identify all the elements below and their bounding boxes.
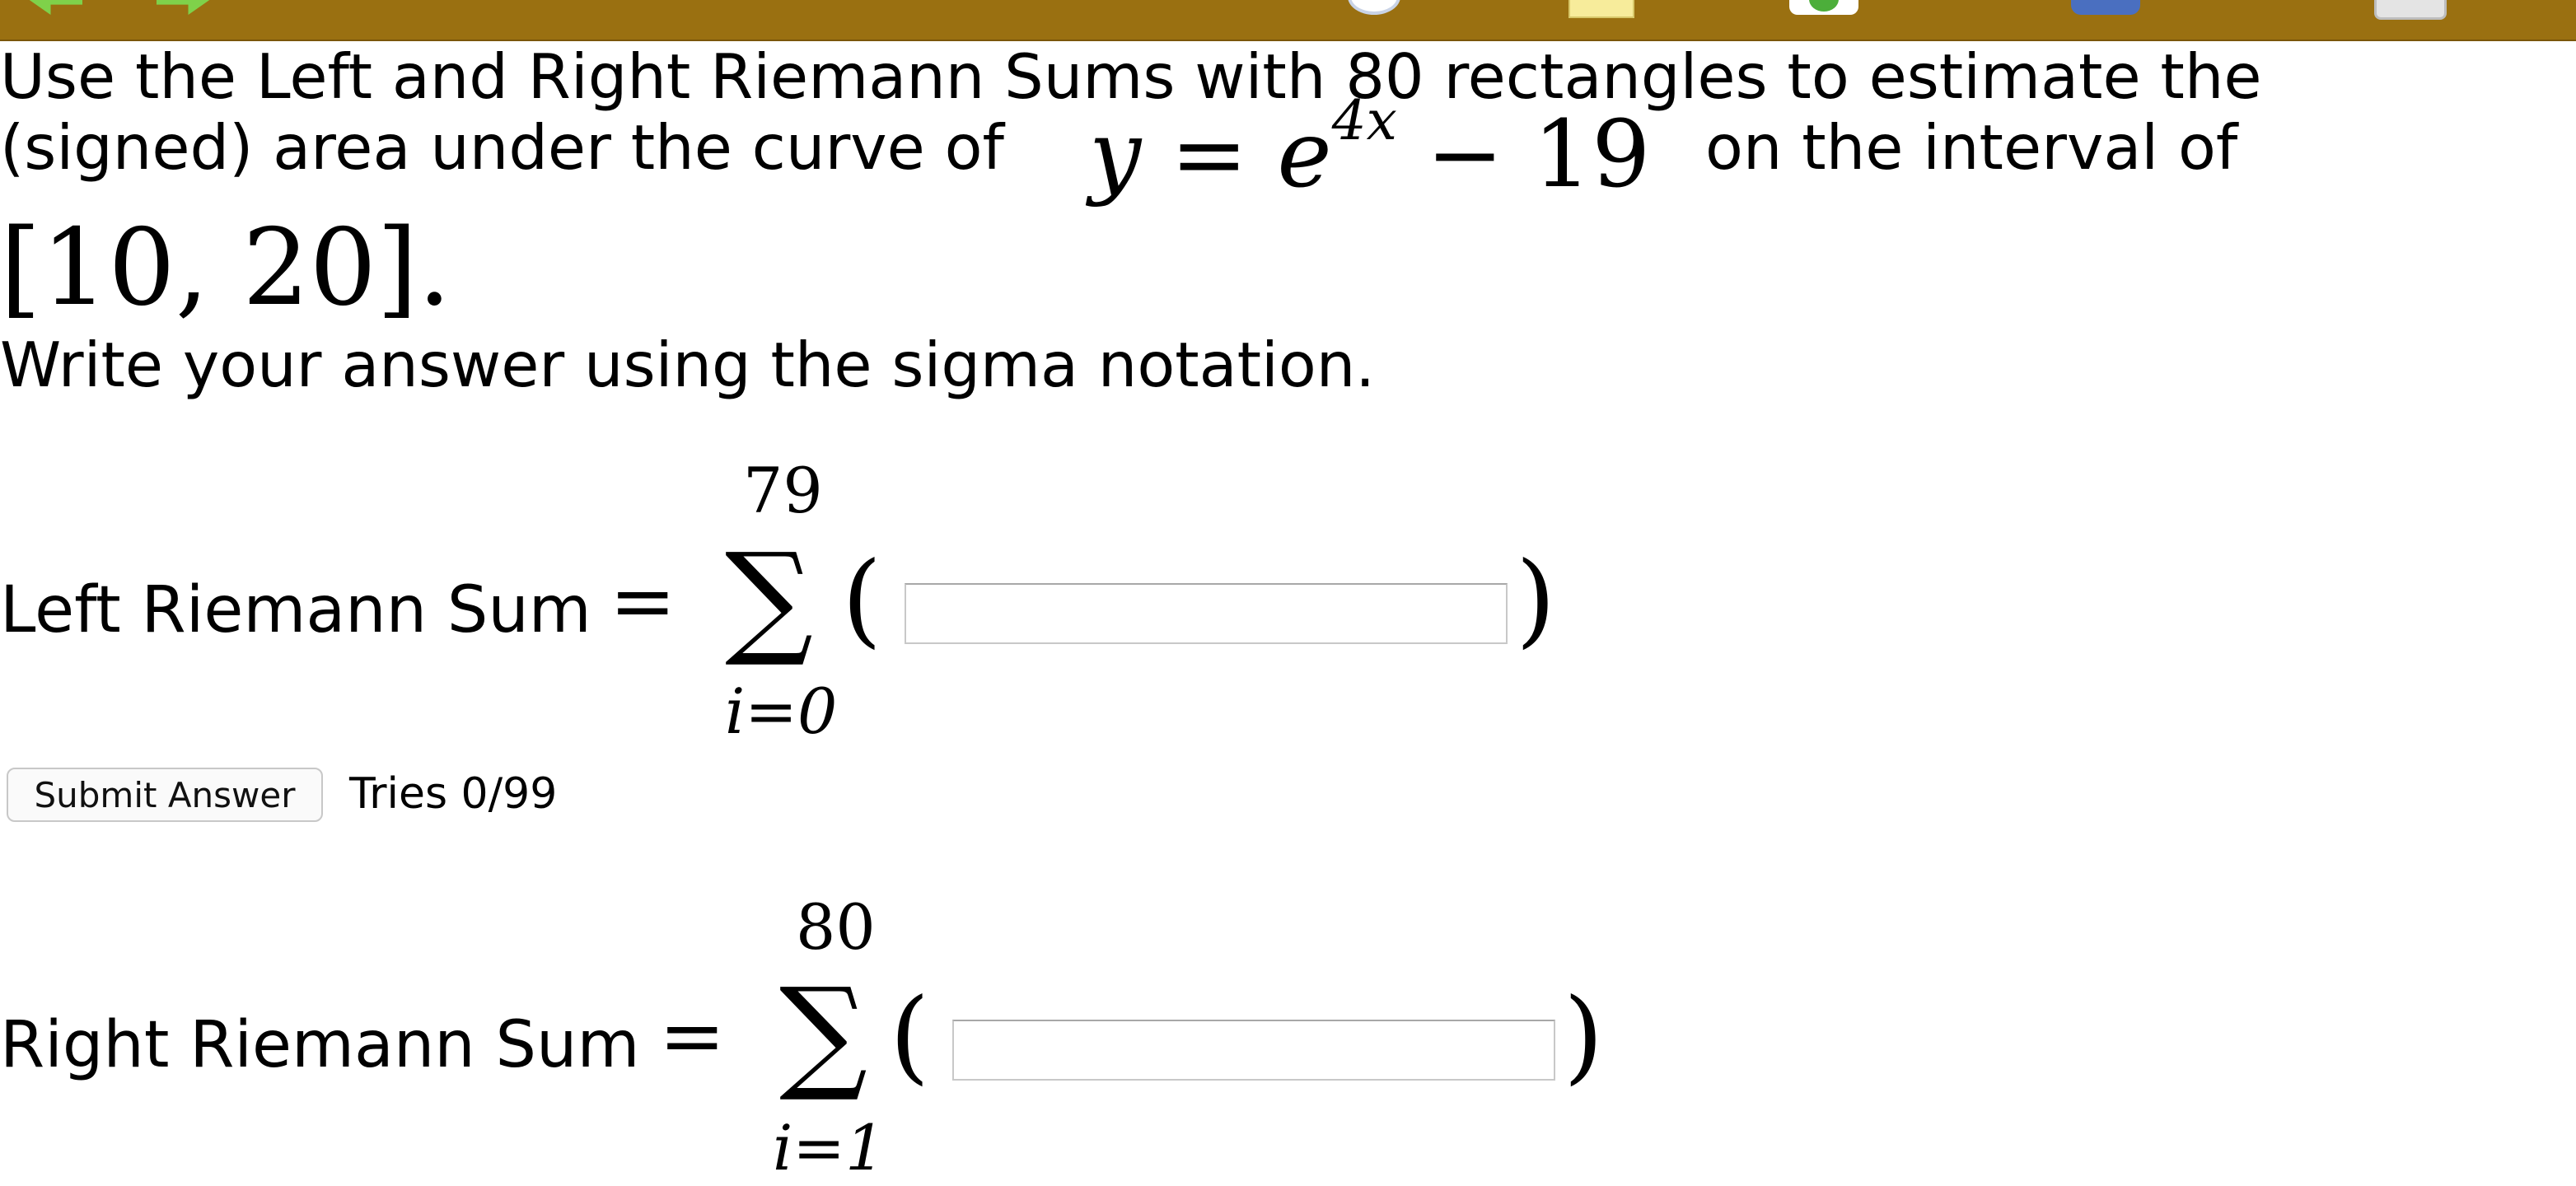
eq-equals: = (1141, 101, 1278, 208)
note-icon[interactable] (1569, 0, 1634, 18)
question-line-2-suffix: on the interval of (1705, 111, 2238, 184)
right-sum-label: Right Riemann Sum (0, 1008, 640, 1082)
eq-exponent: 4x (1331, 89, 1397, 152)
gray-tool-icon[interactable] (2374, 0, 2447, 20)
forward-arrow-icon[interactable] (157, 0, 214, 15)
left-sigma-symbol: ∑ (725, 527, 814, 670)
right-lower-limit: i=1 (773, 1111, 886, 1184)
top-toolbar (0, 0, 2576, 41)
left-open-paren: ( (842, 540, 882, 659)
right-equals-sign: = (659, 990, 726, 1082)
function-equation: y = e4x − 19 (1089, 94, 1650, 202)
left-close-paren: ) (1516, 540, 1556, 659)
clock-icon[interactable] (1348, 0, 1400, 15)
left-lower-limit: i=0 (725, 675, 838, 748)
right-upper-limit: 80 (796, 890, 876, 964)
question-line-3: Write your answer using the sigma notati… (0, 329, 1376, 401)
interval: [10, 20]. (0, 207, 451, 329)
left-upper-limit: 79 (743, 454, 823, 527)
question-line-1: Use the Left and Right Riemann Sums with… (0, 40, 2262, 113)
back-arrow-icon[interactable] (25, 0, 82, 15)
blue-tool-icon[interactable] (2071, 0, 2140, 15)
tries-counter: Tries 0/99 (349, 769, 558, 819)
left-sum-label: Left Riemann Sum (0, 573, 591, 647)
eq-e: e (1277, 101, 1332, 208)
eq-y: y (1089, 101, 1142, 208)
eq-rest: − 19 (1396, 101, 1651, 208)
question-line-2-prefix: (signed) area under the curve of (0, 111, 1004, 184)
right-sigma-symbol: ∑ (779, 962, 868, 1105)
right-open-paren: ( (890, 977, 930, 1095)
green-circle-icon[interactable] (1789, 0, 1858, 15)
right-close-paren: ) (1564, 977, 1604, 1095)
submit-answer-button[interactable]: Submit Answer (7, 768, 323, 822)
left-equals-sign: = (610, 555, 676, 647)
right-sum-answer-input[interactable] (952, 1020, 1555, 1081)
left-sum-answer-input[interactable] (905, 583, 1508, 644)
